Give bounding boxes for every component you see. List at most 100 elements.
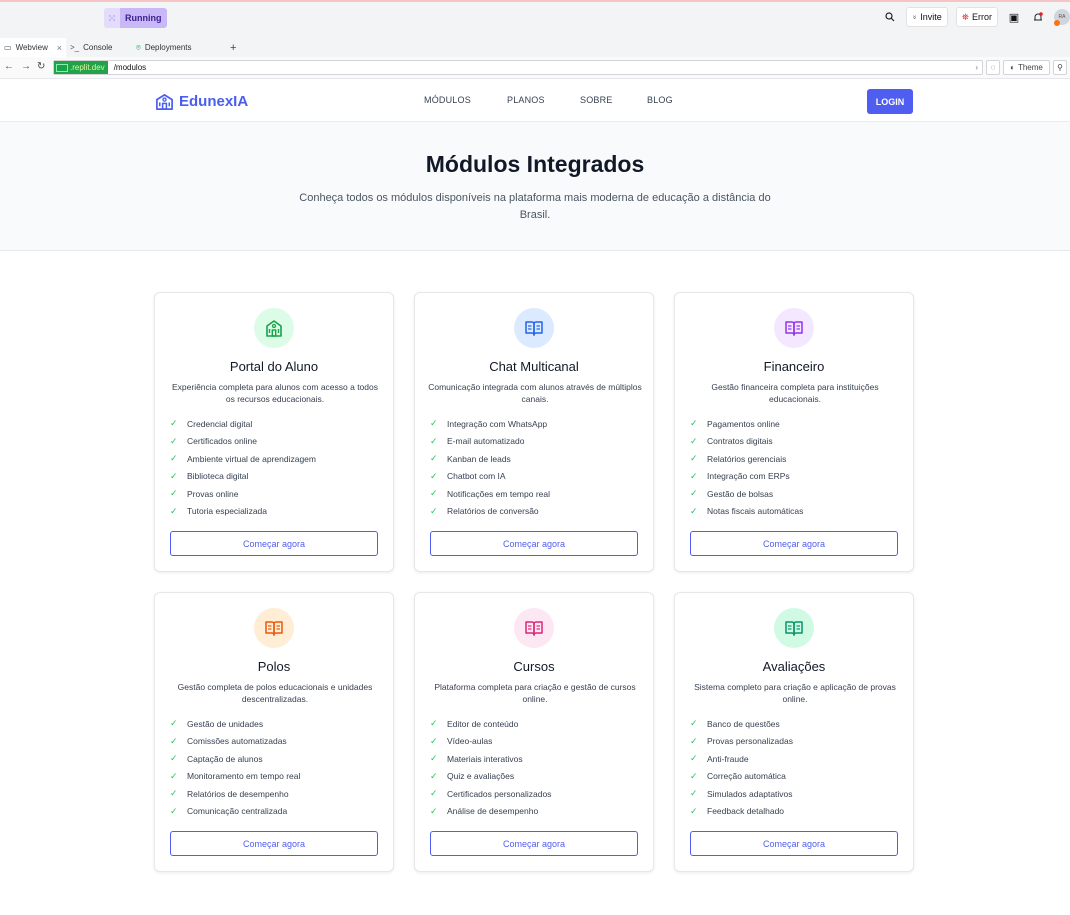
feature-label: Materiais interativos xyxy=(447,753,523,764)
check-icon: ✓ xyxy=(430,805,438,816)
tab-deployments[interactable]: ⌾ Deployments xyxy=(132,38,222,57)
check-icon: ✓ xyxy=(430,488,438,499)
terminal-icon: >_ xyxy=(70,43,80,52)
running-badge[interactable]: Running xyxy=(120,8,167,28)
card-description: Sistema completo para criação e aplicaçã… xyxy=(694,682,896,704)
check-icon: ✓ xyxy=(430,435,438,446)
nav-link-sobre[interactable]: SOBRE xyxy=(580,95,613,105)
card-title: Portal do Aluno xyxy=(229,359,319,374)
feature-label: Chatbot com IA xyxy=(447,471,506,482)
start-now-button[interactable]: Começar agora xyxy=(430,531,638,556)
feature-label: Credencial digital xyxy=(187,418,253,429)
back-icon[interactable]: ← xyxy=(4,61,14,72)
palette-icon: ◐ xyxy=(1010,63,1015,72)
theme-label: Theme xyxy=(1017,63,1043,72)
feature-label: E-mail automatizado xyxy=(447,436,525,447)
book-icon xyxy=(514,608,554,648)
bell-icon[interactable] xyxy=(1030,7,1046,27)
chevron-right-icon[interactable]: › xyxy=(975,63,978,72)
feature-item: ✓ Pagamentos online xyxy=(690,415,803,433)
nav-link-planos[interactable]: PLANOS xyxy=(507,95,545,105)
feature-label: Biblioteca digital xyxy=(187,471,249,482)
tab-label: Deployments xyxy=(144,43,192,52)
feature-item: ✓ Anti-fraude xyxy=(690,750,793,768)
check-icon: ✓ xyxy=(690,788,698,799)
feature-item: ✓ Gestão de unidades xyxy=(170,715,300,733)
feature-list: ✓ Credencial digital ✓ Certificados online ✓… xyxy=(170,415,316,520)
feature-item: ✓ Vídeo-aulas xyxy=(430,733,551,751)
windows-icon[interactable]: ▣ xyxy=(1006,7,1022,27)
school-icon xyxy=(156,93,173,110)
feature-label: Relatórios de desempenho xyxy=(187,788,289,799)
feature-item: ✓ Análise de desempenho xyxy=(430,803,551,821)
check-icon: ✓ xyxy=(690,718,698,729)
wrench-icon[interactable]: ⚲ xyxy=(1053,60,1067,75)
start-now-button[interactable]: Começar agora xyxy=(430,831,638,856)
start-now-button[interactable]: Começar agora xyxy=(690,531,898,556)
book-icon xyxy=(774,308,814,348)
feature-item: ✓ Editor de conteúdo xyxy=(430,715,551,733)
feature-item: ✓ Notificações em tempo real xyxy=(430,485,550,503)
invite-button[interactable]: ⍤ Invite xyxy=(905,7,948,27)
check-icon: ✓ xyxy=(430,770,438,781)
feature-list: ✓ Editor de conteúdo ✓ Vídeo-aulas ✓ Materiai… xyxy=(430,715,551,820)
card-title: Polos xyxy=(257,659,291,674)
avatar[interactable]: RA xyxy=(1054,9,1070,26)
feature-item: ✓ Integração com WhatsApp xyxy=(430,415,550,433)
feature-item: ✓ Provas online xyxy=(170,485,316,503)
tab-webview[interactable]: ▭ Webview × xyxy=(0,38,66,57)
feature-item: ✓ Banco de questões xyxy=(690,715,793,733)
grid-icon: ⁙ xyxy=(104,8,120,28)
feature-label: Quiz e avaliações xyxy=(447,771,515,782)
check-icon: ✓ xyxy=(430,470,438,481)
feature-label: Tutoria especializada xyxy=(187,506,268,517)
card-title: Avaliações xyxy=(762,659,826,674)
run-status[interactable]: ⁙ Running xyxy=(104,8,167,28)
start-now-button[interactable]: Começar agora xyxy=(690,831,898,856)
feature-label: Análise de desempenho xyxy=(447,806,539,817)
module-card: Polos Gestão completa de polos educacion… xyxy=(154,592,394,872)
feature-item: ✓ Comunicação centralizada xyxy=(170,803,300,821)
search-icon[interactable] xyxy=(882,7,898,27)
url-input[interactable]: .replit.dev /modulos › xyxy=(53,60,983,75)
feature-label: Gestão de unidades xyxy=(187,718,264,729)
check-icon: ✓ xyxy=(170,805,178,816)
check-icon: ✓ xyxy=(690,753,698,764)
nav-link-modulos[interactable]: MÓDULOS xyxy=(424,95,471,105)
tab-console[interactable]: >_ Console xyxy=(66,38,132,57)
forward-icon[interactable]: → xyxy=(21,61,31,72)
reload-icon[interactable]: ↻ xyxy=(37,61,45,72)
check-icon: ✓ xyxy=(430,453,438,464)
card-description: Comunicação integrada com alunos através… xyxy=(428,382,642,404)
check-icon: ✓ xyxy=(170,435,178,446)
invite-label: Invite xyxy=(920,12,942,22)
feature-list: ✓ Pagamentos online ✓ Contratos digitais ✓ Re… xyxy=(690,415,803,520)
start-now-button[interactable]: Começar agora xyxy=(170,831,378,856)
check-icon: ✓ xyxy=(170,770,178,781)
check-icon: ✓ xyxy=(690,470,698,481)
login-button[interactable]: LOGIN xyxy=(867,89,913,114)
feature-item: ✓ Captação de alunos xyxy=(170,750,300,768)
feature-label: Editor de conteúdo xyxy=(447,718,519,729)
error-icon: ⛯ xyxy=(961,11,969,22)
feature-label: Certificados online xyxy=(187,436,257,447)
check-icon: ✓ xyxy=(690,418,698,429)
feature-item: ✓ Biblioteca digital xyxy=(170,468,316,486)
start-now-button[interactable]: Começar agora xyxy=(170,531,378,556)
check-icon: ✓ xyxy=(690,453,698,464)
devtools-icon[interactable]: ◌ xyxy=(986,60,1000,75)
check-icon: ✓ xyxy=(430,753,438,764)
nav-link-blog[interactable]: BLOG xyxy=(647,95,673,105)
monitor-icon: ▭ xyxy=(4,43,12,52)
add-tab-button[interactable]: + xyxy=(222,38,244,57)
feature-item: ✓ Provas personalizadas xyxy=(690,733,793,751)
close-icon[interactable]: × xyxy=(57,43,62,53)
feature-label: Certificados personalizados xyxy=(447,788,552,799)
book-icon xyxy=(514,308,554,348)
tab-label: Console xyxy=(83,43,113,52)
error-button[interactable]: ⛯ Error xyxy=(955,7,998,27)
feature-label: Banco de questões xyxy=(707,718,780,729)
check-icon: ✓ xyxy=(430,718,438,729)
theme-button[interactable]: ◐ Theme xyxy=(1003,60,1050,75)
brand-logo[interactable]: EdunexIA xyxy=(155,92,248,111)
